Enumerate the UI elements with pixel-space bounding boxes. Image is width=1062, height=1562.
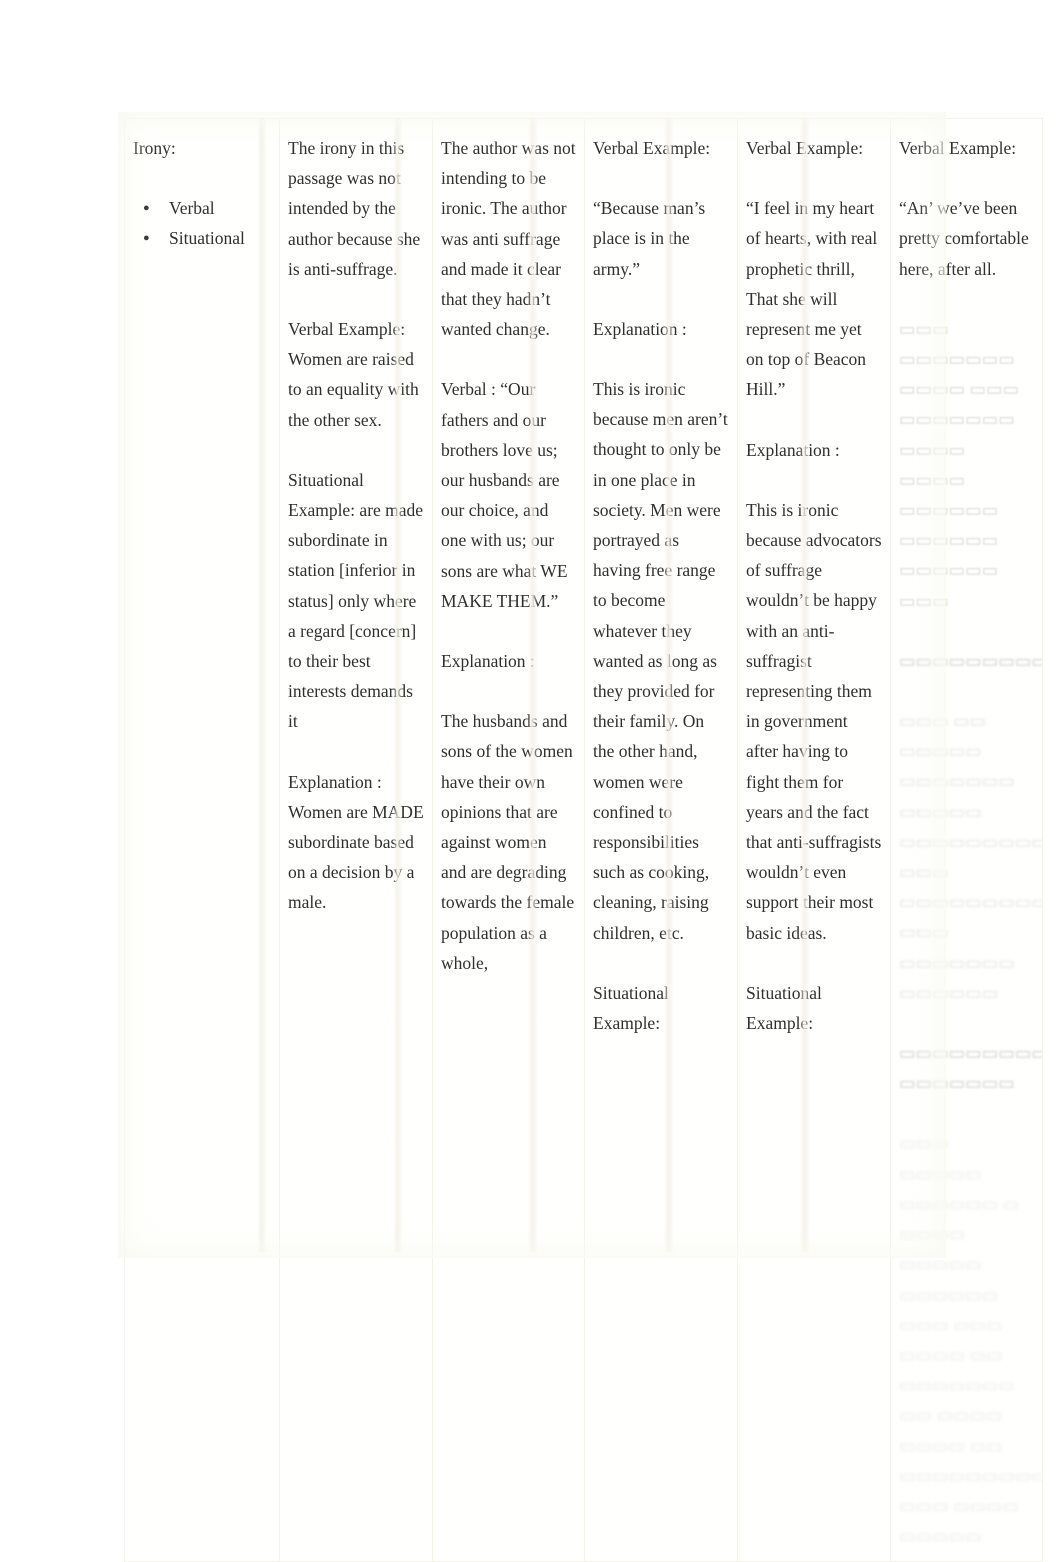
col4-paragraph-4: This is ironic because men aren’t though…: [593, 379, 728, 943]
col4-paragraph-1: Verbal Example:: [593, 138, 711, 158]
col3-paragraph-1: The author was not intending to be ironi…: [441, 138, 576, 340]
col6-paragraph-1: Verbal Example:: [899, 138, 1017, 158]
irony-type-list: Verbal Situational: [133, 193, 271, 254]
cell-body-col5: Verbal Example: “I feel in my heart of h…: [746, 133, 882, 1038]
col6-faded-block-3: ▭▭▭ ▭▭ ▭▭▭▭▭ ▭▭▭▭▭▭▭ ▭▭▭▭▭ ▭▭▭▭▭▭▭▭▭ ▭▭▭…: [899, 711, 1043, 1003]
col6-faded-block-4: ▭▭▭▭▭▭▭▭▭ ▭▭▭▭▭▭▭: [899, 1043, 1043, 1094]
irony-heading: Irony:: [133, 138, 176, 158]
cell-body-col6: Verbal Example: “An’ we’ve been pretty c…: [899, 133, 1043, 1551]
col4-paragraph-3: Explanation :: [593, 318, 687, 339]
col2-paragraph-2: Verbal Example: Women are raised to an e…: [288, 319, 419, 430]
col6-paragraph-2: “An’ we’ve been pretty comfortable here,…: [899, 198, 1029, 279]
col3-paragraph-4: The husbands and sons of the women have …: [441, 711, 575, 973]
table-cell-analysis-1: The irony in this passage was not intend…: [279, 117, 433, 1562]
cell-body-col3: The author was not intending to be ironi…: [441, 133, 576, 978]
col5-paragraph-1: Verbal Example:: [746, 138, 864, 158]
table-cell-analysis-5: Verbal Example: “An’ we’ve been pretty c…: [890, 117, 1043, 1562]
col6-faded-block-5: ▭▭▭ ▭▭▭▭▭ ▭▭▭▭▭▭ ▭ ▭▭▭▭ ▭▭▭▭▭ ▭▭▭▭▭▭ ▭▭▭…: [899, 1133, 1043, 1547]
col3-paragraph-3: Explanation :: [441, 651, 535, 672]
table-cell-analysis-4: Verbal Example: “I feel in my heart of h…: [737, 117, 891, 1562]
list-item-situational: Situational: [143, 223, 271, 253]
col6-faded-block-1: ▭▭▭ ▭▭▭▭▭▭▭ ▭▭▭▭ ▭▭▭ ▭▭▭▭▭▭▭ ▭▭▭▭ ▭▭▭▭ ▭…: [899, 318, 1020, 611]
cell-body-col4: Verbal Example: “Because man’s place is …: [593, 133, 729, 1038]
irony-table-wrapper: Irony: Verbal Situational The irony in t…: [124, 117, 1043, 1562]
col5-paragraph-3: Explanation :: [746, 439, 840, 460]
irony-table: Irony: Verbal Situational The irony in t…: [124, 117, 1043, 1562]
cell-body-col1: Irony: Verbal Situational: [133, 133, 271, 254]
col3-paragraph-2: Verbal : “Our fathers and our brothers l…: [441, 379, 568, 611]
col2-paragraph-1: The irony in this passage was not intend…: [288, 138, 421, 279]
cell-body-col2: The irony in this passage was not intend…: [288, 133, 424, 918]
col4-paragraph-2: “Because man’s place is in the army.”: [593, 198, 706, 279]
col5-paragraph-5: Situational Example:: [746, 982, 822, 1034]
col4-paragraph-5: Situational Example:: [593, 982, 669, 1034]
col5-paragraph-4: This is ironic because advocators of suf…: [746, 499, 882, 943]
table-cell-analysis-3: Verbal Example: “Because man’s place is …: [584, 117, 738, 1562]
col6-faded-block-2: ▭▭▭▭▭▭▭▭▭▭▭: [899, 650, 1042, 671]
table-cell-analysis-2: The author was not intending to be ironi…: [432, 117, 585, 1562]
col5-paragraph-2: “I feel in my heart of hearts, with real…: [746, 198, 878, 400]
list-item-verbal: Verbal: [143, 193, 271, 223]
col2-paragraph-4: Explanation : Women are MADE subordinate…: [288, 771, 424, 913]
col2-paragraph-3: Situational Example: are made subordinat…: [288, 469, 424, 732]
table-cell-irony-terms: Irony: Verbal Situational: [124, 117, 280, 1562]
document-page: Irony: Verbal Situational The irony in t…: [0, 0, 1062, 1562]
table-row: Irony: Verbal Situational The irony in t…: [124, 117, 1043, 1562]
